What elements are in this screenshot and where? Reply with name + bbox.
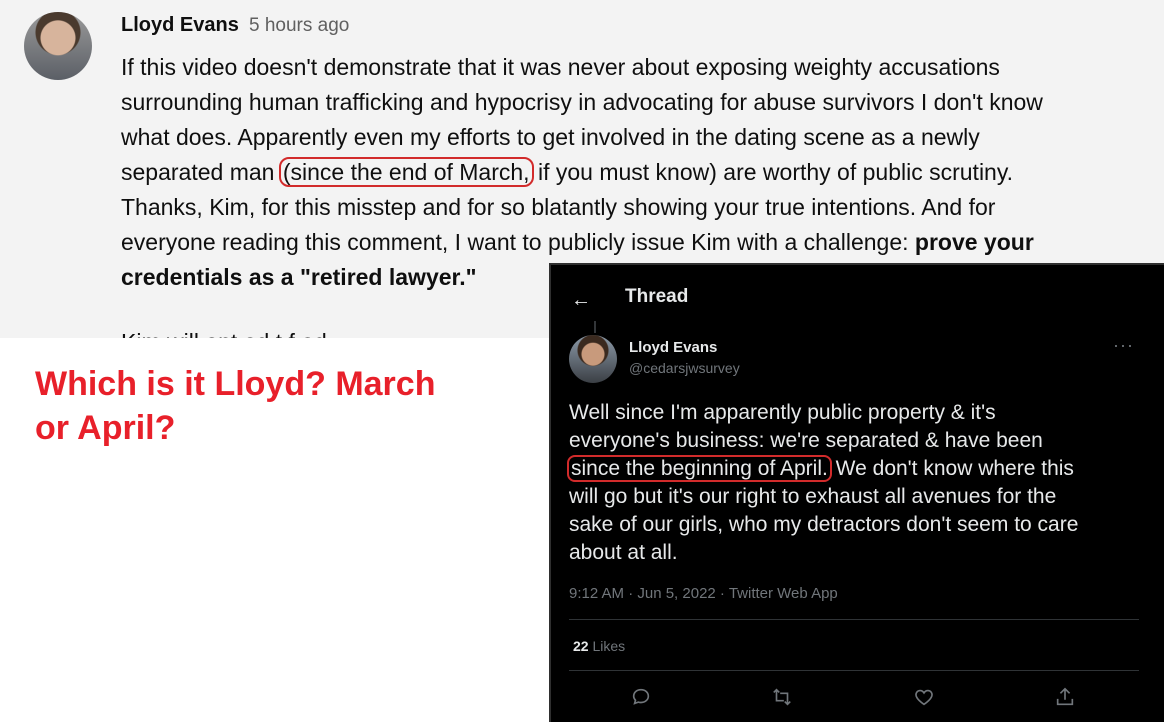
highlight-april: since the beginning of April. xyxy=(567,455,832,482)
tweet-text-part: We don't know where this xyxy=(829,457,1074,480)
like-icon[interactable] xyxy=(910,683,938,711)
comment-cut-line: Kim will ent ad t f ad xyxy=(121,325,327,338)
tweet-line: about at all. xyxy=(569,541,678,564)
tweet-author-handle[interactable]: @cedarsjwsurvey xyxy=(629,360,740,376)
tweet-line: since the beginning of April. We don't k… xyxy=(567,455,1154,483)
comment-timestamp[interactable]: 5 hours ago xyxy=(249,15,349,37)
comment-line: surrounding human trafficking and hypocr… xyxy=(121,89,1043,115)
commenter-avatar[interactable] xyxy=(24,12,92,80)
tweet-line: everyone's business: we're separated & h… xyxy=(569,429,1043,452)
divider xyxy=(569,619,1139,620)
highlight-march: (since the end of March, xyxy=(278,157,534,187)
retweet-icon[interactable] xyxy=(768,683,796,711)
tweet-author-name[interactable]: Lloyd Evans xyxy=(629,339,717,356)
caption-line: or April? xyxy=(35,409,176,447)
comment-line: If this video doesn't demonstrate that i… xyxy=(121,54,1000,80)
likes-label: Likes xyxy=(592,638,626,654)
annotation-caption: Which is it Lloyd? March or April? xyxy=(35,362,515,450)
tweet-metadata[interactable]: 9:12 AM · Jun 5, 2022 · Twitter Web App xyxy=(569,585,838,602)
comment-line: what does. Apparently even my efforts to… xyxy=(121,124,980,150)
tweet-avatar[interactable] xyxy=(569,335,617,383)
tweet-line: Well since I'm apparently public propert… xyxy=(569,401,996,424)
reply-icon[interactable] xyxy=(627,683,655,711)
twitter-thread: ← Thread Lloyd Evans @cedarsjwsurvey ···… xyxy=(549,263,1164,722)
back-arrow-icon[interactable]: ← xyxy=(571,289,591,312)
tweet-line: will go but it's our right to exhaust al… xyxy=(569,485,1057,508)
comment-bold-text: prove your xyxy=(914,229,1034,255)
tweet-text: Well since I'm apparently public propert… xyxy=(567,399,1154,567)
comment-body: If this video doesn't demonstrate that i… xyxy=(121,50,1121,295)
divider xyxy=(569,670,1139,671)
comment-line: separated man (since the end of March, i… xyxy=(121,155,1121,190)
thread-title: Thread xyxy=(625,286,689,307)
tweet-line: sake of our girls, who my detractors don… xyxy=(569,513,1079,536)
comment-author[interactable]: Lloyd Evans xyxy=(121,14,239,37)
caption-line: Which is it Lloyd? March xyxy=(35,365,436,403)
comment-line: everyone reading this comment, I want to… xyxy=(121,225,1121,260)
comment-text: separated man xyxy=(121,159,281,185)
thread-connector xyxy=(594,321,596,333)
share-icon[interactable] xyxy=(1051,683,1079,711)
tweet-actions xyxy=(551,683,1164,713)
comment-text: if you must know) are worthy of public s… xyxy=(531,159,1014,185)
likes-number: 22 xyxy=(573,638,589,654)
comment-bold-text: credentials as a "retired lawyer." xyxy=(121,264,477,290)
likes-count[interactable]: 22 Likes xyxy=(573,638,625,654)
more-options-icon[interactable]: ··· xyxy=(1113,335,1134,356)
comment-text: everyone reading this comment, I want to… xyxy=(121,229,915,255)
comment-line: Thanks, Kim, for this misstep and for so… xyxy=(121,194,996,220)
